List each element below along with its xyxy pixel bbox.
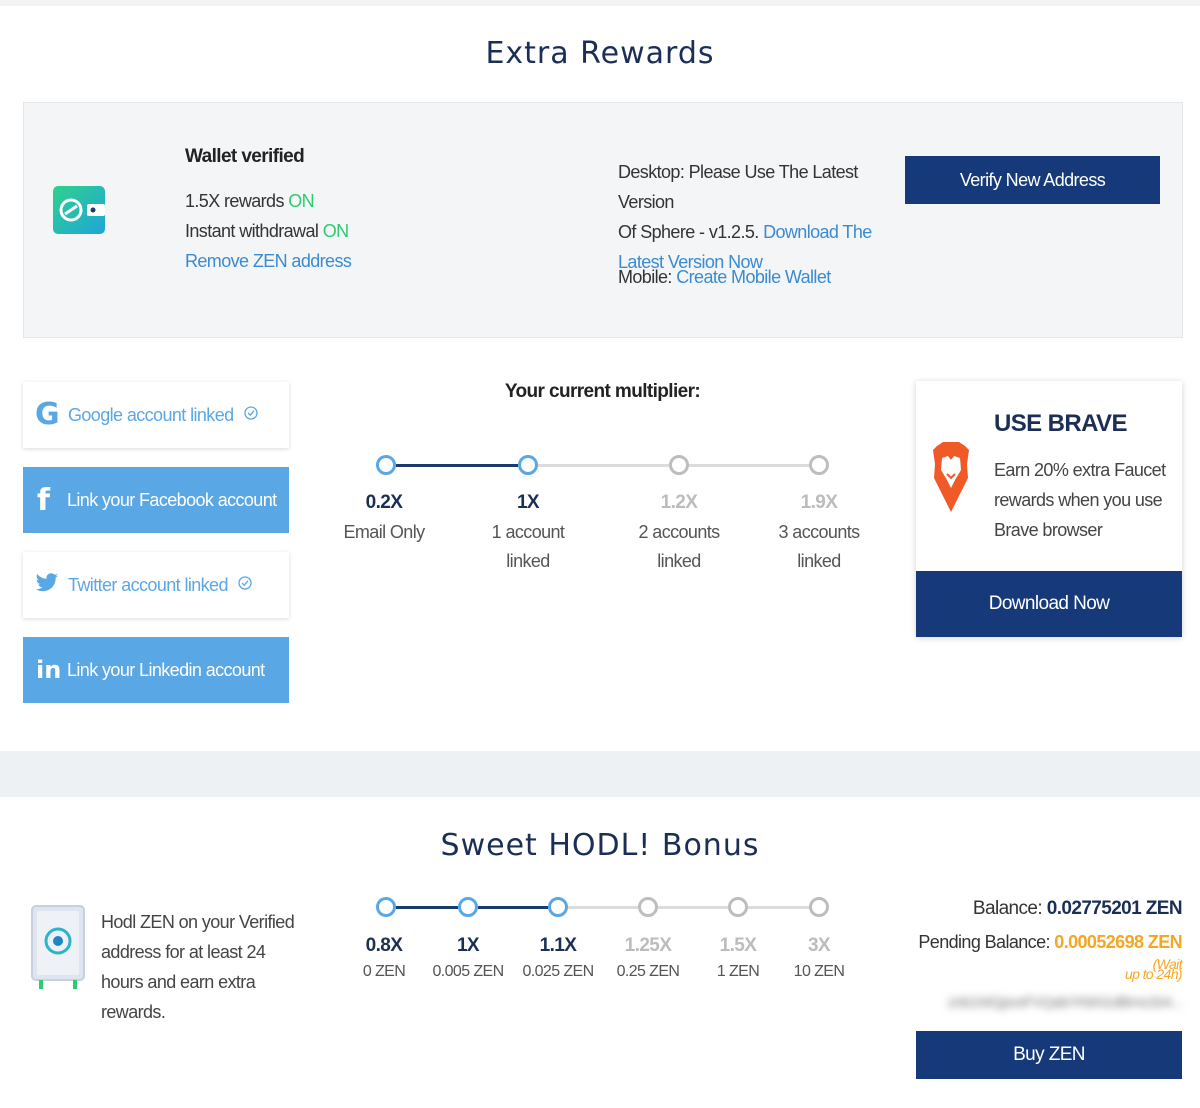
pending-label: Pending Balance: bbox=[918, 932, 1050, 952]
balance-line: Balance: 0.02775201 ZEN bbox=[900, 898, 1183, 920]
rewards-label: 1.5X rewards bbox=[185, 191, 284, 211]
google-label: Google account linked bbox=[68, 404, 234, 425]
extra-rewards-title: Extra Rewards bbox=[485, 36, 715, 71]
create-mobile-wallet-link[interactable]: Create Mobile Wallet bbox=[676, 267, 831, 287]
pending-note-cont: up to 24h) bbox=[1124, 966, 1183, 982]
multiplier-value: 1X bbox=[516, 492, 540, 513]
brave-description: Earn 20% extra Faucet rewards when you u… bbox=[994, 460, 1166, 540]
facebook-icon: f bbox=[37, 482, 51, 518]
facebook-label: Link your Facebook account bbox=[67, 489, 277, 510]
desktop-line-1: Desktop: Please Use The Latest Version bbox=[618, 162, 858, 212]
linkedin-icon: in bbox=[36, 656, 62, 684]
hodl-node bbox=[728, 897, 748, 917]
multiplier-value: 0.2X bbox=[365, 492, 403, 513]
hodl-node bbox=[638, 897, 658, 917]
remove-zen-address-link[interactable]: Remove ZEN address bbox=[185, 246, 352, 276]
wallet-address-blurred: znb1WQpvsFVQabYKkN1dBms1b4... bbox=[947, 994, 1183, 1011]
multiplier-desc: 3 accounts bbox=[778, 522, 860, 542]
multiplier-node bbox=[376, 455, 396, 475]
desktop-instructions: Desktop: Please Use The Latest Version O… bbox=[618, 157, 888, 277]
mobile-label: Mobile: bbox=[618, 267, 672, 287]
google-linked-card[interactable]: G Google account linked bbox=[23, 382, 289, 448]
link-facebook-button[interactable]: f Link your Facebook account bbox=[23, 467, 289, 533]
google-icon: G bbox=[35, 397, 60, 434]
progress-segment bbox=[396, 464, 518, 467]
brave-lion-icon bbox=[931, 440, 971, 519]
multiplier-desc: 1 account bbox=[491, 522, 565, 542]
buy-zen-button[interactable]: Buy ZEN bbox=[916, 1031, 1182, 1079]
current-multiplier-title: Your current multiplier: bbox=[504, 381, 701, 402]
twitter-label: Twitter account linked bbox=[68, 574, 228, 595]
multiplier-node bbox=[518, 455, 538, 475]
progress-segment bbox=[396, 906, 458, 909]
multiplier-desc: 2 accounts bbox=[638, 522, 720, 542]
wallet-icon bbox=[53, 186, 105, 234]
brave-title: USE BRAVE bbox=[994, 410, 1127, 437]
withdrawal-label: Instant withdrawal bbox=[185, 221, 319, 241]
hodl-node bbox=[458, 897, 478, 917]
multiplier-step: 1X 1 account linked bbox=[458, 492, 598, 576]
balance-value: 0.02775201 ZEN bbox=[1046, 898, 1183, 919]
hodl-node bbox=[376, 897, 396, 917]
link-linkedin-button[interactable]: in Link your Linkedin account bbox=[23, 637, 289, 703]
multiplier-value: 1.9X bbox=[800, 492, 838, 513]
progress-segment bbox=[689, 464, 809, 467]
rewards-status-line: 1.5X rewards ON bbox=[185, 186, 315, 216]
balance-label: Balance: bbox=[972, 898, 1043, 919]
multiplier-step: 1.9X 3 accounts linked bbox=[749, 492, 889, 576]
download-latest-link[interactable]: Download The bbox=[763, 222, 872, 242]
svg-text:G: G bbox=[35, 397, 59, 429]
multiplier-desc: linked bbox=[506, 551, 550, 571]
progress-segment bbox=[748, 906, 809, 909]
hodl-description: Hodl ZEN on your Verified address for at… bbox=[101, 912, 295, 1022]
multiplier-desc: linked bbox=[657, 551, 701, 571]
multiplier-value: 1.2X bbox=[660, 492, 698, 513]
top-strip bbox=[0, 0, 1200, 6]
hodl-node bbox=[809, 897, 829, 917]
pending-value: 0.00052698 ZEN bbox=[1054, 932, 1182, 952]
multiplier-step: 1.2X 2 accounts linked bbox=[609, 492, 749, 576]
hodl-step: 3X 10 ZEN bbox=[793, 935, 845, 980]
multiplier-desc: linked bbox=[797, 551, 841, 571]
progress-segment bbox=[658, 906, 728, 909]
twitter-icon bbox=[35, 572, 59, 599]
multiplier-step: 0.2X Email Only bbox=[314, 492, 454, 547]
check-icon bbox=[238, 575, 252, 595]
progress-segment bbox=[568, 906, 638, 909]
brave-download-button[interactable]: Download Now bbox=[916, 571, 1182, 637]
hodl-step: 1.1X 0.025 ZEN bbox=[522, 935, 594, 980]
mobile-line: Mobile: Create Mobile Wallet bbox=[618, 262, 831, 292]
hodl-node bbox=[548, 897, 568, 917]
wallet-verified-heading: Wallet verified bbox=[185, 146, 305, 167]
hodl-step: 1X 0.005 ZEN bbox=[432, 935, 504, 980]
check-icon bbox=[243, 405, 258, 425]
safe-icon bbox=[31, 905, 85, 996]
rewards-on-badge: ON bbox=[288, 191, 315, 211]
verify-new-address-button[interactable]: Verify New Address bbox=[905, 156, 1160, 204]
multiplier-node bbox=[809, 455, 829, 475]
withdrawal-status-line: Instant withdrawal ON bbox=[185, 216, 349, 246]
linkedin-label: Link your Linkedin account bbox=[67, 659, 265, 680]
hodl-step: 0.8X 0 ZEN bbox=[362, 935, 406, 980]
hodl-bonus-title: Sweet HODL! Bonus bbox=[440, 828, 760, 863]
multiplier-node bbox=[669, 455, 689, 475]
hodl-step: 1.25X 0.25 ZEN bbox=[616, 935, 680, 980]
hodl-step: 1.5X 1 ZEN bbox=[716, 935, 760, 980]
desktop-line-2: Of Sphere - v1.2.5. Download The bbox=[618, 222, 872, 242]
section-divider bbox=[0, 751, 1200, 797]
progress-segment bbox=[478, 906, 548, 909]
withdrawal-on-badge: ON bbox=[322, 221, 349, 241]
multiplier-desc: Email Only bbox=[343, 522, 425, 542]
twitter-linked-card[interactable]: Twitter account linked bbox=[23, 552, 289, 618]
progress-segment bbox=[538, 464, 669, 467]
